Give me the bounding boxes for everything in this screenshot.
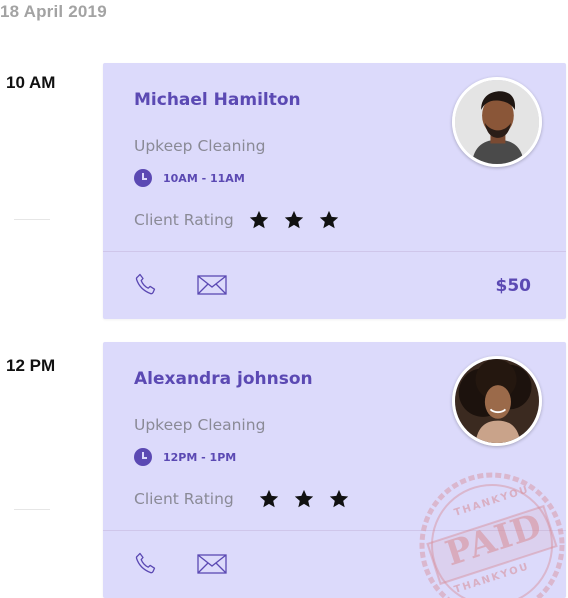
appointment-card[interactable]: Alexandra johnson Upkeep Cleaning 12PM -… (103, 342, 566, 598)
mail-icon[interactable] (197, 275, 227, 300)
star-icon (318, 209, 340, 231)
rating-stars (248, 209, 353, 231)
clock-icon (134, 448, 152, 466)
star-icon (328, 488, 350, 510)
mail-icon[interactable] (197, 554, 227, 579)
star-icon (293, 488, 315, 510)
time-slot: 12PM - 1PM (163, 450, 237, 464)
clock-icon (134, 169, 152, 187)
client-name[interactable]: Michael Hamilton (134, 90, 301, 110)
client-avatar[interactable] (452, 356, 542, 446)
appointment-time: 12PM - 1PM (134, 448, 236, 466)
phone-icon[interactable] (134, 272, 158, 301)
time-label-12pm: 12 PM (6, 356, 56, 375)
appointment-price: $50 (495, 276, 532, 296)
rating-label: Client Rating (134, 211, 234, 229)
star-icon (248, 209, 270, 231)
rating-stars (258, 488, 363, 510)
schedule-date: 18 April 2019 (0, 2, 107, 21)
service-name: Upkeep Cleaning (134, 416, 266, 434)
appointment-time: 10AM - 11AM (134, 169, 245, 187)
rating-label: Client Rating (134, 490, 234, 508)
time-label-10am: 10 AM (6, 73, 56, 92)
star-icon (258, 488, 280, 510)
client-avatar[interactable] (452, 77, 542, 167)
phone-icon[interactable] (134, 551, 158, 580)
star-icon (283, 209, 305, 231)
card-divider (103, 251, 566, 252)
service-name: Upkeep Cleaning (134, 137, 266, 155)
time-slot: 10AM - 11AM (163, 171, 245, 185)
timeline-divider (14, 219, 50, 220)
client-name[interactable]: Alexandra johnson (134, 369, 313, 389)
timeline-divider (14, 509, 50, 510)
client-rating: Client Rating (134, 488, 363, 510)
appointment-card[interactable]: Michael Hamilton Upkeep Cleaning 10AM - … (103, 63, 566, 319)
card-divider (103, 530, 566, 531)
schedule-page: 18 April 2019 10 AM 12 PM Michael Hamilt… (0, 0, 568, 598)
client-rating: Client Rating (134, 209, 353, 231)
